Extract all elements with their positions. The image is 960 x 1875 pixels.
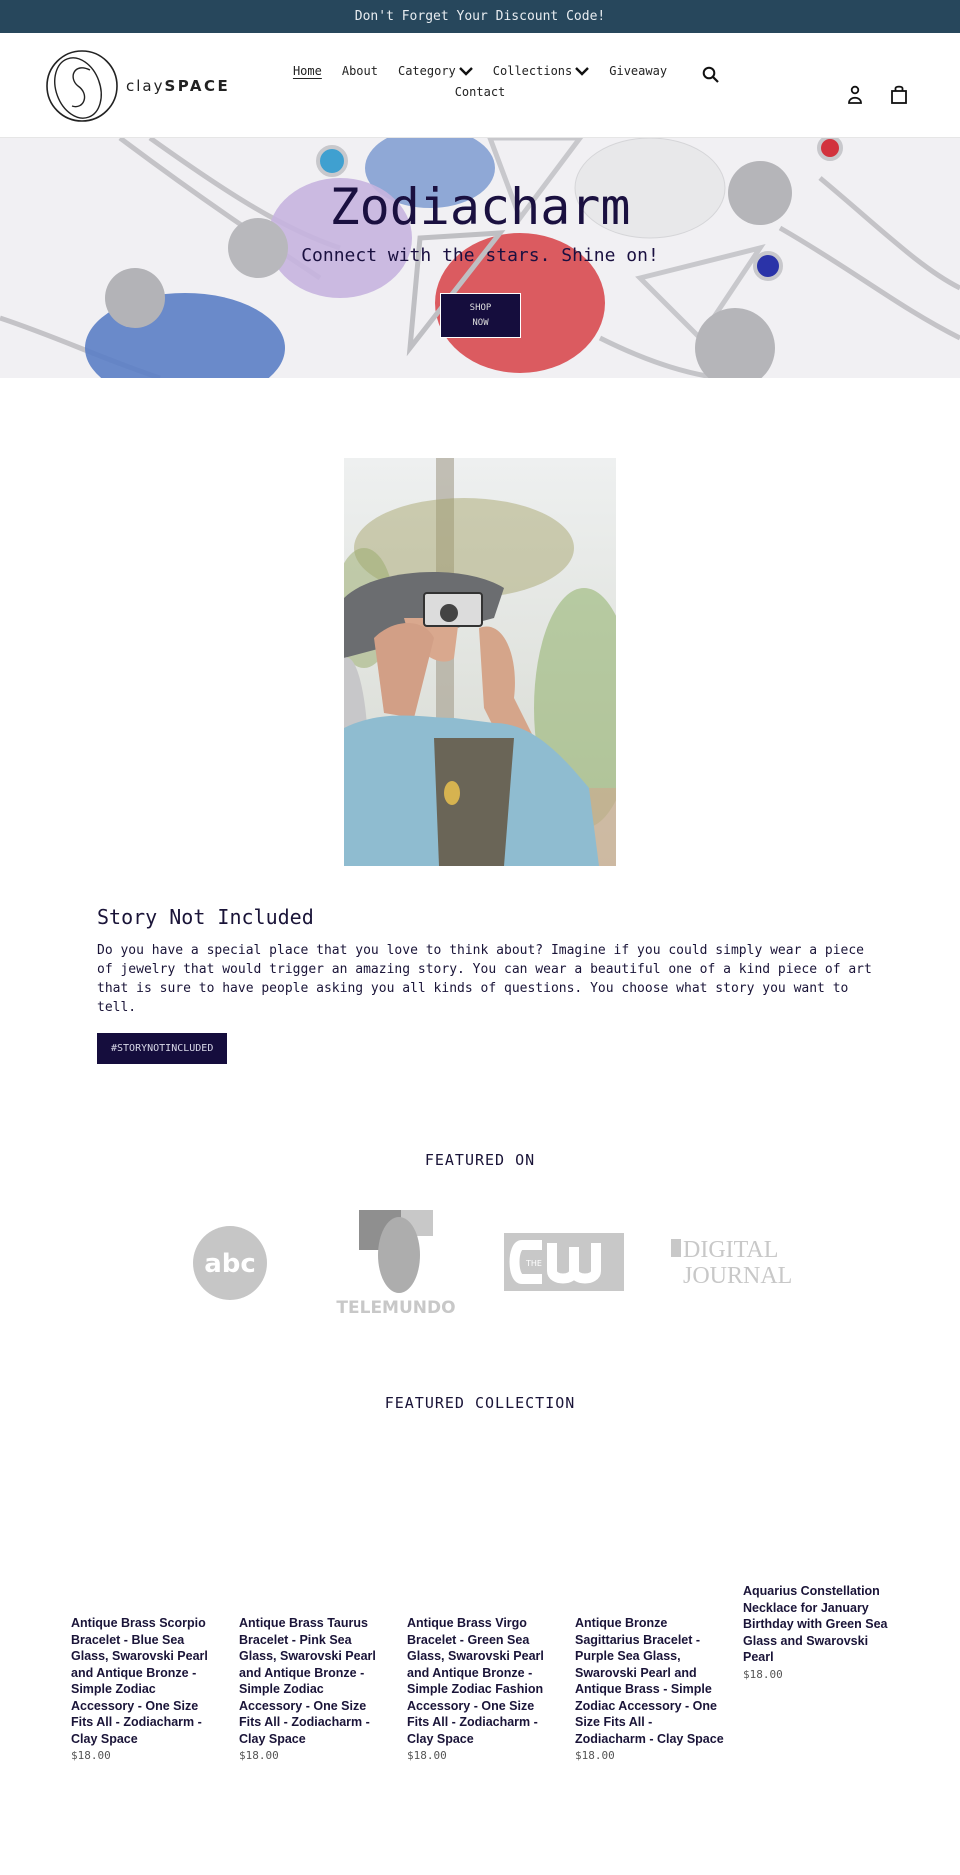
nav-collections[interactable]: Collections bbox=[493, 61, 590, 82]
digital-journal-logo: DIGITAL JOURNAL bbox=[671, 1235, 793, 1295]
product-name: Aquarius Constellation Necklace for Janu… bbox=[743, 1584, 888, 1664]
featured-on-heading: FEATURED ON bbox=[424, 1151, 536, 1169]
product-card[interactable]: Aquarius Constellation Necklace for Janu… bbox=[743, 1583, 893, 1683]
account-button[interactable] bbox=[847, 85, 863, 109]
story-image bbox=[344, 458, 616, 866]
page: Don't Forget Your Discount Code! claySPA… bbox=[0, 0, 960, 1875]
product-name: Antique Bronze Sagittarius Bracelet - Pu… bbox=[575, 1616, 724, 1746]
logo-mark-icon bbox=[46, 50, 118, 122]
product-name: Antique Brass Scorpio Bracelet - Blue Se… bbox=[71, 1616, 208, 1746]
featured-collection-heading: FEATURED COLLECTION bbox=[384, 1394, 576, 1412]
hero-content: Zodiacharm Connect with the stars. Shine… bbox=[0, 138, 960, 378]
logo[interactable]: claySPACE bbox=[44, 48, 230, 124]
svg-text:abc: abc bbox=[204, 1249, 256, 1279]
product-card[interactable]: Antique Brass Scorpio Bracelet - Blue Se… bbox=[71, 1615, 221, 1764]
search-button[interactable] bbox=[702, 66, 720, 88]
product-price: $18.00 bbox=[743, 1667, 783, 1681]
nav-giveaway[interactable]: Giveaway bbox=[609, 61, 667, 82]
chevron-down-icon bbox=[575, 67, 590, 76]
svg-text:TELEMUNDO: TELEMUNDO bbox=[336, 1298, 455, 1318]
nav-home[interactable]: Home bbox=[293, 61, 322, 82]
nav-about[interactable]: About bbox=[342, 61, 378, 82]
chevron-down-icon bbox=[458, 67, 473, 76]
svg-text:THE: THE bbox=[525, 1259, 542, 1268]
announcement-text: Don't Forget Your Discount Code! bbox=[354, 9, 606, 24]
account-icon bbox=[848, 85, 862, 104]
svg-text:JOURNAL: JOURNAL bbox=[683, 1263, 792, 1289]
product-card[interactable]: Antique Brass Taurus Bracelet - Pink Sea… bbox=[239, 1615, 389, 1764]
product-card[interactable]: Antique Brass Virgo Bracelet - Green Sea… bbox=[407, 1615, 557, 1764]
hero-banner: Zodiacharm Connect with the stars. Shine… bbox=[0, 138, 960, 378]
the-cw-logo: THE bbox=[504, 1233, 624, 1295]
abc-logo: abc bbox=[193, 1226, 267, 1304]
cart-button[interactable] bbox=[890, 85, 908, 109]
cart-icon bbox=[891, 85, 907, 104]
hero-subtitle: Connect with the stars. Shine on! bbox=[301, 245, 659, 266]
product-price: $18.00 bbox=[239, 1749, 279, 1762]
search-icon bbox=[702, 66, 719, 83]
hero-title: Zodiacharm bbox=[329, 178, 631, 236]
product-price: $18.00 bbox=[71, 1749, 111, 1762]
story-section: Story Not Included Do you have a special… bbox=[97, 905, 887, 1064]
announcement-bar[interactable]: Don't Forget Your Discount Code! bbox=[0, 0, 960, 33]
story-heading: Story Not Included bbox=[97, 905, 314, 929]
product-name: Antique Brass Taurus Bracelet - Pink Sea… bbox=[239, 1616, 376, 1746]
site-header: claySPACE Home About Category Collections Gi… bbox=[0, 33, 960, 138]
story-not-included-button[interactable]: #STORYNOTINCLUDED bbox=[97, 1033, 228, 1064]
product-name: Antique Brass Virgo Bracelet - Green Sea… bbox=[407, 1616, 544, 1746]
logo-text: claySPACE bbox=[126, 77, 231, 95]
product-card[interactable]: Antique Bronze Sagittarius Bracelet - Pu… bbox=[575, 1615, 725, 1764]
svg-text:DIGITAL: DIGITAL bbox=[683, 1237, 778, 1263]
main-nav: Home About Category Collections Giveaway Con… bbox=[280, 61, 680, 103]
nav-contact[interactable]: Contact bbox=[455, 82, 506, 103]
product-price: $18.00 bbox=[407, 1749, 447, 1762]
nav-category[interactable]: Category bbox=[398, 61, 473, 82]
product-price: $18.00 bbox=[575, 1749, 615, 1762]
featured-on-logos: abc TELEMUNDO THE DIGITAL JOURNAL bbox=[0, 1205, 960, 1318]
story-body: Do you have a special place that you lov… bbox=[97, 943, 872, 1015]
woman-with-camera-photo bbox=[344, 458, 616, 866]
telemundo-logo: TELEMUNDO bbox=[336, 1210, 456, 1324]
shop-now-button[interactable]: SHOP NOW bbox=[440, 293, 521, 338]
